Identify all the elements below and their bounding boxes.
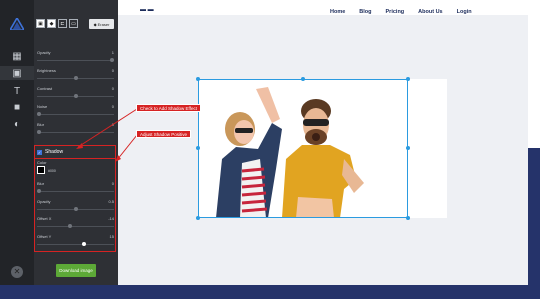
annotation-arrows	[76, 108, 138, 162]
check-shadow-callout: Check to Add Shadow Effect	[136, 104, 201, 112]
adjust-shadow-callout: Adjust Shadow Positive	[136, 130, 192, 138]
